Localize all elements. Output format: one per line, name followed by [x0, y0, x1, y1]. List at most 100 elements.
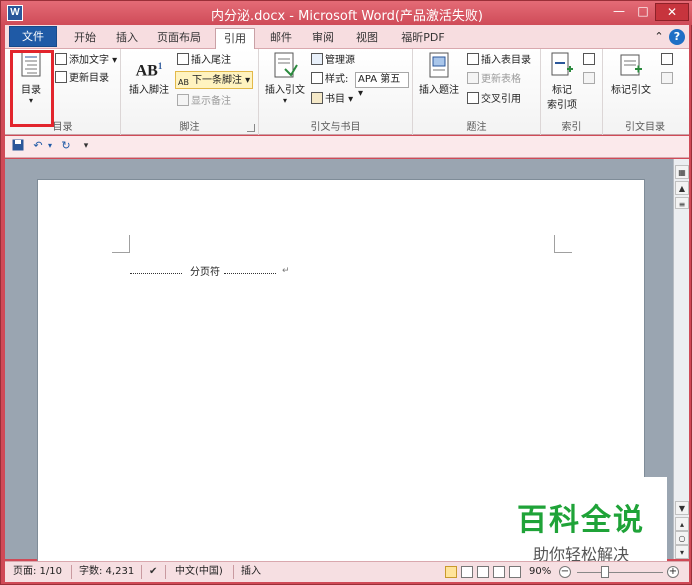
tab-foxit-pdf[interactable]: 福昕PDF [395, 28, 451, 49]
draft-view-icon[interactable] [509, 566, 521, 578]
group-table-of-authorities: 标记引文 引文目录 [603, 49, 687, 135]
title-bar: W 内分泌.docx - Microsoft Word(产品激活失败) — □ … [1, 1, 692, 25]
quick-access-toolbar: ↶ ▾ ↻ ▾ [5, 136, 689, 158]
insert-toa-button[interactable] [661, 52, 675, 70]
update-index-icon [583, 72, 595, 84]
undo-dropdown-icon[interactable]: ▾ [43, 139, 57, 153]
close-button[interactable]: ✕ [655, 3, 689, 21]
maximize-button[interactable]: □ [631, 3, 655, 21]
manage-sources-button[interactable]: 管理源 [311, 52, 355, 70]
vertical-scrollbar[interactable]: ▦ ▲ ≡ ▼ ▴ ○ ▾ [673, 159, 689, 559]
style-label: 样式: [311, 71, 348, 89]
update-table-icon [467, 72, 479, 84]
save-icon[interactable] [11, 139, 25, 153]
status-divider [141, 565, 142, 579]
print-layout-view-icon[interactable] [445, 566, 457, 578]
update-toc-button[interactable]: 更新目录 [55, 70, 109, 88]
update-table-label: 更新表格 [481, 74, 521, 85]
insert-table-of-figures-button[interactable]: 插入表目录 [467, 52, 531, 70]
toa-group-label: 引文目录 [625, 122, 665, 133]
citations-group-label: 引文与书目 [310, 122, 361, 133]
manage-sources-label: 管理源 [325, 55, 355, 66]
word-window: W 内分泌.docx - Microsoft Word(产品激活失败) — □ … [0, 0, 692, 585]
customize-qat-icon[interactable]: ▾ [79, 139, 93, 153]
tab-home[interactable]: 开始 [65, 28, 105, 49]
citation-style-select[interactable]: APA 第五 ▾ [355, 72, 409, 99]
status-divider [71, 565, 72, 579]
insert-endnote-label: 插入尾注 [191, 55, 231, 66]
proofing-icon[interactable]: ✔ [149, 562, 157, 582]
cross-reference-button[interactable]: 交叉引用 [467, 91, 521, 109]
status-word-count[interactable]: 字数: 4,231 [79, 562, 134, 582]
tab-page-layout[interactable]: 页面布局 [151, 28, 207, 49]
minimize-button[interactable]: — [607, 3, 631, 21]
ribbon: 目录 ▾ 添加文字 ▾ 更新目录 目录 AB1 插入脚注 插入尾注 AB 下一条脚… [5, 49, 689, 135]
ruler-toggle-icon[interactable]: ▦ [675, 165, 689, 179]
next-footnote-icon: AB [178, 78, 189, 87]
footnotes-dialog-launcher[interactable] [247, 124, 255, 132]
insert-caption-icon [429, 52, 449, 78]
ribbon-collapse-icon[interactable]: ⌃ [651, 29, 667, 45]
redo-icon[interactable]: ↻ [59, 139, 73, 153]
ribbon-tabs: 文件 开始 插入 页面布局 引用 邮件 审阅 视图 福昕PDF ⌃ ? [5, 25, 689, 50]
tab-insert[interactable]: 插入 [109, 28, 145, 49]
tab-mailings[interactable]: 邮件 [263, 28, 299, 49]
tab-review[interactable]: 审阅 [305, 28, 341, 49]
zoom-out-icon[interactable]: − [559, 566, 571, 578]
update-toa-icon [661, 72, 673, 84]
group-index: 标记 索引项 索引 [541, 49, 603, 135]
previous-page-icon[interactable]: ▴ [675, 517, 689, 531]
browse-object-icon[interactable]: ○ [675, 531, 689, 545]
insert-caption-label: 插入题注 [419, 85, 459, 96]
insert-citation-button[interactable]: 插入引文 ▾ [261, 51, 309, 105]
zoom-in-icon[interactable]: + [667, 566, 679, 578]
citation-dropdown-arrow: ▾ [282, 96, 287, 105]
outline-view-icon[interactable] [493, 566, 505, 578]
toc-highlight-box [10, 50, 54, 127]
scroll-up-icon[interactable]: ▲ [675, 181, 689, 195]
next-footnote-button[interactable]: AB 下一条脚注 ▾ [175, 71, 254, 89]
captions-group-label: 题注 [466, 122, 487, 133]
full-screen-reading-view-icon[interactable] [461, 566, 473, 578]
insert-endnote-button[interactable]: 插入尾注 [177, 52, 231, 70]
status-language[interactable]: 中文(中国) [175, 562, 223, 582]
manage-sources-icon [311, 53, 323, 65]
update-toa-button[interactable] [661, 71, 675, 89]
scroll-down-icon[interactable]: ▼ [675, 501, 689, 515]
insert-caption-button[interactable]: 插入题注 [415, 51, 463, 96]
tab-file[interactable]: 文件 [9, 26, 57, 47]
crop-mark-right [554, 235, 572, 253]
status-divider [233, 565, 234, 579]
status-insert-mode[interactable]: 插入 [241, 562, 261, 582]
tab-view[interactable]: 视图 [349, 28, 385, 49]
zoom-slider-thumb[interactable] [601, 566, 609, 578]
mark-citation-label: 标记引文 [611, 85, 651, 96]
mark-entry-label-2: 索引项 [547, 100, 577, 111]
footnotes-group-label: 脚注 [179, 122, 200, 133]
next-footnote-label: 下一条脚注 [192, 75, 242, 86]
index-group-label: 索引 [561, 122, 582, 133]
insert-index-button[interactable] [583, 52, 597, 70]
update-table-button[interactable]: 更新表格 [467, 71, 521, 89]
zoom-slider-track[interactable] [577, 572, 663, 573]
endnote-icon [177, 53, 189, 65]
mark-entry-button[interactable]: 标记 索引项 [543, 51, 581, 111]
add-text-button[interactable]: 添加文字 ▾ [55, 52, 117, 70]
next-page-icon[interactable]: ▾ [675, 545, 689, 559]
help-icon[interactable]: ? [669, 29, 685, 45]
mark-citation-button[interactable]: 标记引文 [605, 51, 657, 96]
zoom-level[interactable]: 90% [529, 562, 551, 582]
tab-references[interactable]: 引用 [215, 28, 255, 50]
update-index-button[interactable] [583, 71, 597, 89]
cross-reference-label: 交叉引用 [481, 94, 521, 105]
insert-citation-label: 插入引文 [265, 85, 305, 96]
bibliography-button[interactable]: 书目 ▾ [311, 91, 353, 109]
insert-footnote-button[interactable]: AB1 插入脚注 [125, 51, 173, 96]
cross-reference-icon [467, 92, 479, 104]
show-notes-button[interactable]: 显示备注 [177, 93, 231, 111]
show-notes-icon [177, 94, 189, 106]
web-layout-view-icon[interactable] [477, 566, 489, 578]
bibliography-icon [311, 92, 323, 104]
status-page[interactable]: 页面: 1/10 [13, 562, 62, 582]
scroll-thumb[interactable]: ≡ [675, 197, 689, 209]
